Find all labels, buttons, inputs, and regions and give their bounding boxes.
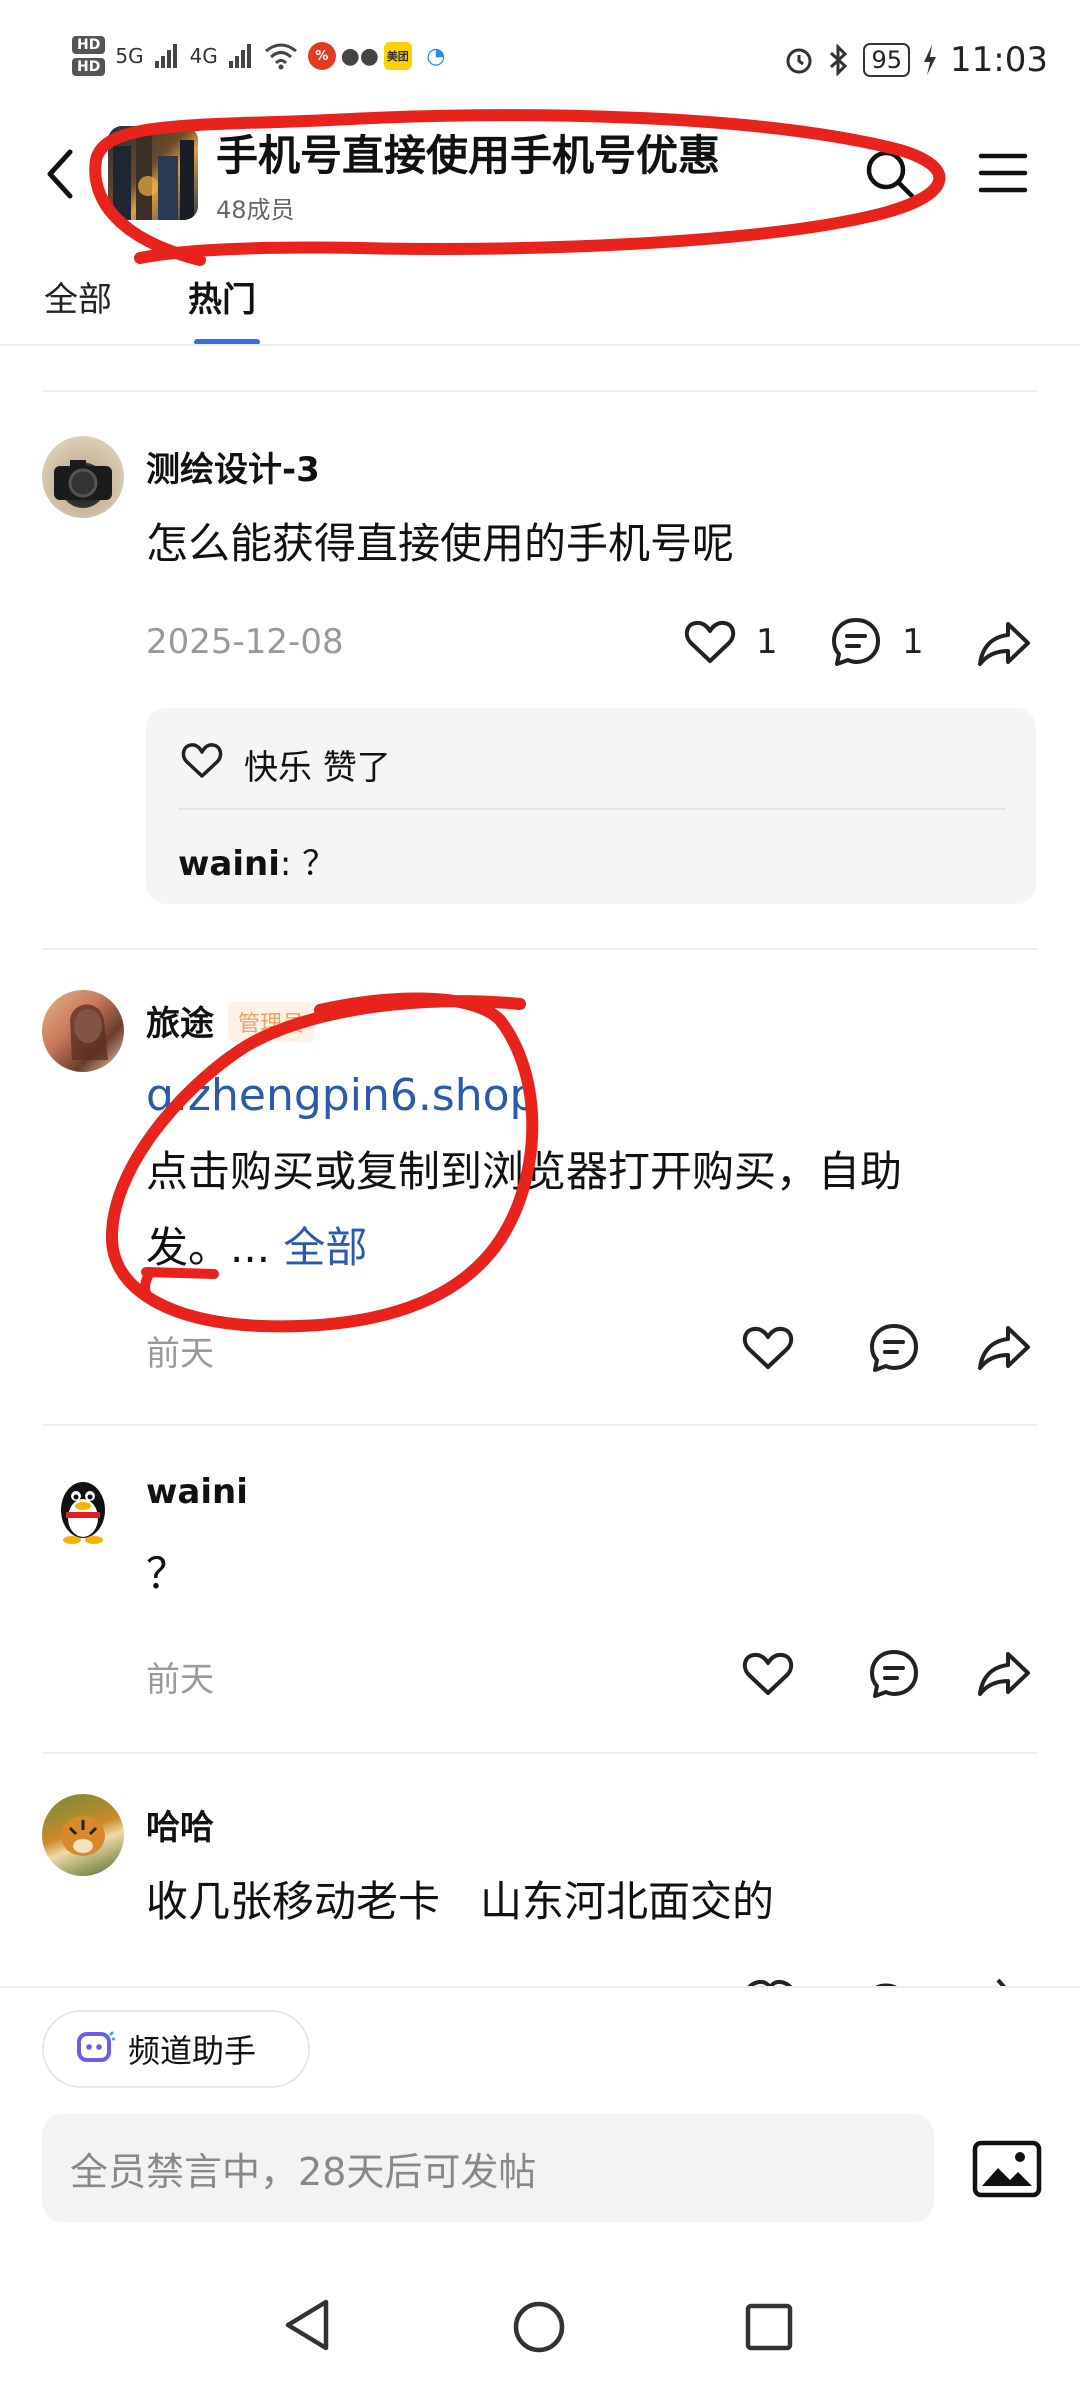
nav-back-icon[interactable] <box>282 2298 332 2352</box>
heart-icon[interactable] <box>740 1646 796 1702</box>
wifi-icon <box>264 43 297 70</box>
like-count: 1 <box>756 622 778 662</box>
post-input-placeholder: 全员禁言中，28天后可发帖 <box>70 2149 537 2194</box>
qq-channel-icon: ◔ <box>426 43 446 69</box>
comment-action[interactable]: 1 <box>828 614 924 670</box>
search-icon[interactable] <box>862 146 918 202</box>
comment-icon[interactable] <box>866 1320 922 1376</box>
nav-home-icon[interactable] <box>512 2300 566 2354</box>
avatar[interactable] <box>42 990 124 1072</box>
alarm-icon <box>786 48 812 74</box>
clock: 11:03 <box>950 40 1048 80</box>
signal-4g: 4G <box>189 44 218 68</box>
post-author[interactable]: 旅途 <box>146 996 214 1045</box>
avatar[interactable] <box>42 436 124 518</box>
tiger-image <box>61 1816 105 1856</box>
heart-icon[interactable] <box>682 614 738 670</box>
post-divider <box>42 1752 1038 1754</box>
status-left: HD HD 5G 4G % ●● 美团 ◔ <box>72 36 450 76</box>
post-author[interactable]: 哈哈 <box>146 1800 214 1849</box>
status-bar: HD HD 5G 4G % ●● 美团 ◔ 95 11:03 <box>0 0 1080 120</box>
avatar[interactable] <box>42 1466 124 1548</box>
post-date: 前天 <box>146 1660 214 1700</box>
comment-count: 1 <box>902 622 924 662</box>
member-count[interactable]: 48成员 <box>216 190 295 225</box>
signal-bars-icon-2 <box>228 44 251 68</box>
post-author[interactable]: 测绘设计-3 <box>146 442 320 491</box>
liked-by-name[interactable]: 快乐 <box>244 748 312 788</box>
post-link[interactable]: q.zhengpin6.shop <box>146 1058 537 1134</box>
post-author[interactable]: waini <box>146 1472 248 1512</box>
comment-icon[interactable] <box>866 1646 922 1702</box>
comment-icon[interactable] <box>828 614 884 670</box>
liked-by: 快乐 赞了 <box>244 740 391 789</box>
qq-penguin-icon <box>61 1482 105 1544</box>
menu-icon[interactable] <box>978 150 1028 196</box>
post-body[interactable]: ？ <box>146 1536 188 1612</box>
reply[interactable]: waini: ？ <box>178 836 336 885</box>
share-icon[interactable] <box>976 1320 1032 1376</box>
status-right: 95 11:03 <box>783 40 1048 80</box>
signal-5g: 5G <box>115 44 144 68</box>
reply-author[interactable]: waini <box>178 844 280 884</box>
tabs-divider <box>0 344 1080 346</box>
portrait-image <box>70 1004 108 1060</box>
group-title: 手机号直接使用手机号优惠 <box>216 131 721 180</box>
like-action[interactable]: 1 <box>682 614 778 670</box>
feed-top-divider <box>42 390 1038 392</box>
post-input[interactable]: 全员禁言中，28天后可发帖 <box>42 2114 934 2222</box>
charging-icon <box>924 45 937 75</box>
city-skyline-image <box>113 134 194 220</box>
nav-recents-icon[interactable] <box>744 2302 794 2352</box>
liked-by-suffix: 赞了 <box>322 748 391 788</box>
post-body-line2-text: 发。... <box>146 1223 271 1272</box>
post-body[interactable]: 怎么能获得直接使用的手机号呢 <box>146 506 734 582</box>
meituan-icon: 美团 <box>383 42 412 70</box>
hd-indicator-2: HD <box>72 58 106 76</box>
channel-assistant-label: 频道助手 <box>128 2032 257 2070</box>
heart-small-icon <box>181 743 223 778</box>
reply-text: : ？ <box>279 844 337 884</box>
tab-all[interactable]: 全部 <box>44 272 112 321</box>
post-divider <box>42 1424 1038 1426</box>
app-notification-icon-red: % <box>307 42 336 70</box>
tab-hot[interactable]: 热门 <box>188 272 256 321</box>
wechat-icon: ●● <box>340 43 380 69</box>
back-icon[interactable] <box>42 146 76 202</box>
post-divider <box>42 948 1038 950</box>
post-date: 前天 <box>146 1334 214 1374</box>
post-body[interactable]: 收几张移动老卡 山东河北面交的 <box>146 1864 774 1940</box>
avatar[interactable] <box>42 1794 124 1876</box>
assistant-icon <box>77 2031 115 2062</box>
post-body-line1[interactable]: 点击购买或复制到浏览器打开购买，自助 <box>146 1134 902 1210</box>
channel-assistant-button[interactable]: 频道助手 <box>42 2010 310 2088</box>
battery-level: 95 <box>863 43 911 77</box>
post-date: 2025-12-08 <box>146 622 344 662</box>
admin-badge: 管理员 <box>228 1002 315 1042</box>
bluetooth-icon <box>830 44 848 76</box>
hd-indicator-1: HD <box>72 36 106 54</box>
image-picker-icon[interactable] <box>972 2140 1042 2198</box>
share-icon[interactable] <box>976 1646 1032 1702</box>
post-body-line2[interactable]: 发。... 全部 <box>146 1210 367 1286</box>
heart-icon[interactable] <box>740 1320 796 1376</box>
comment-divider <box>178 808 1006 810</box>
camera-icon <box>54 460 112 500</box>
signal-bars-icon <box>154 44 177 68</box>
group-avatar[interactable] <box>108 126 198 220</box>
share-icon[interactable] <box>976 616 1032 672</box>
expand-all-link[interactable]: 全部 <box>283 1223 367 1272</box>
